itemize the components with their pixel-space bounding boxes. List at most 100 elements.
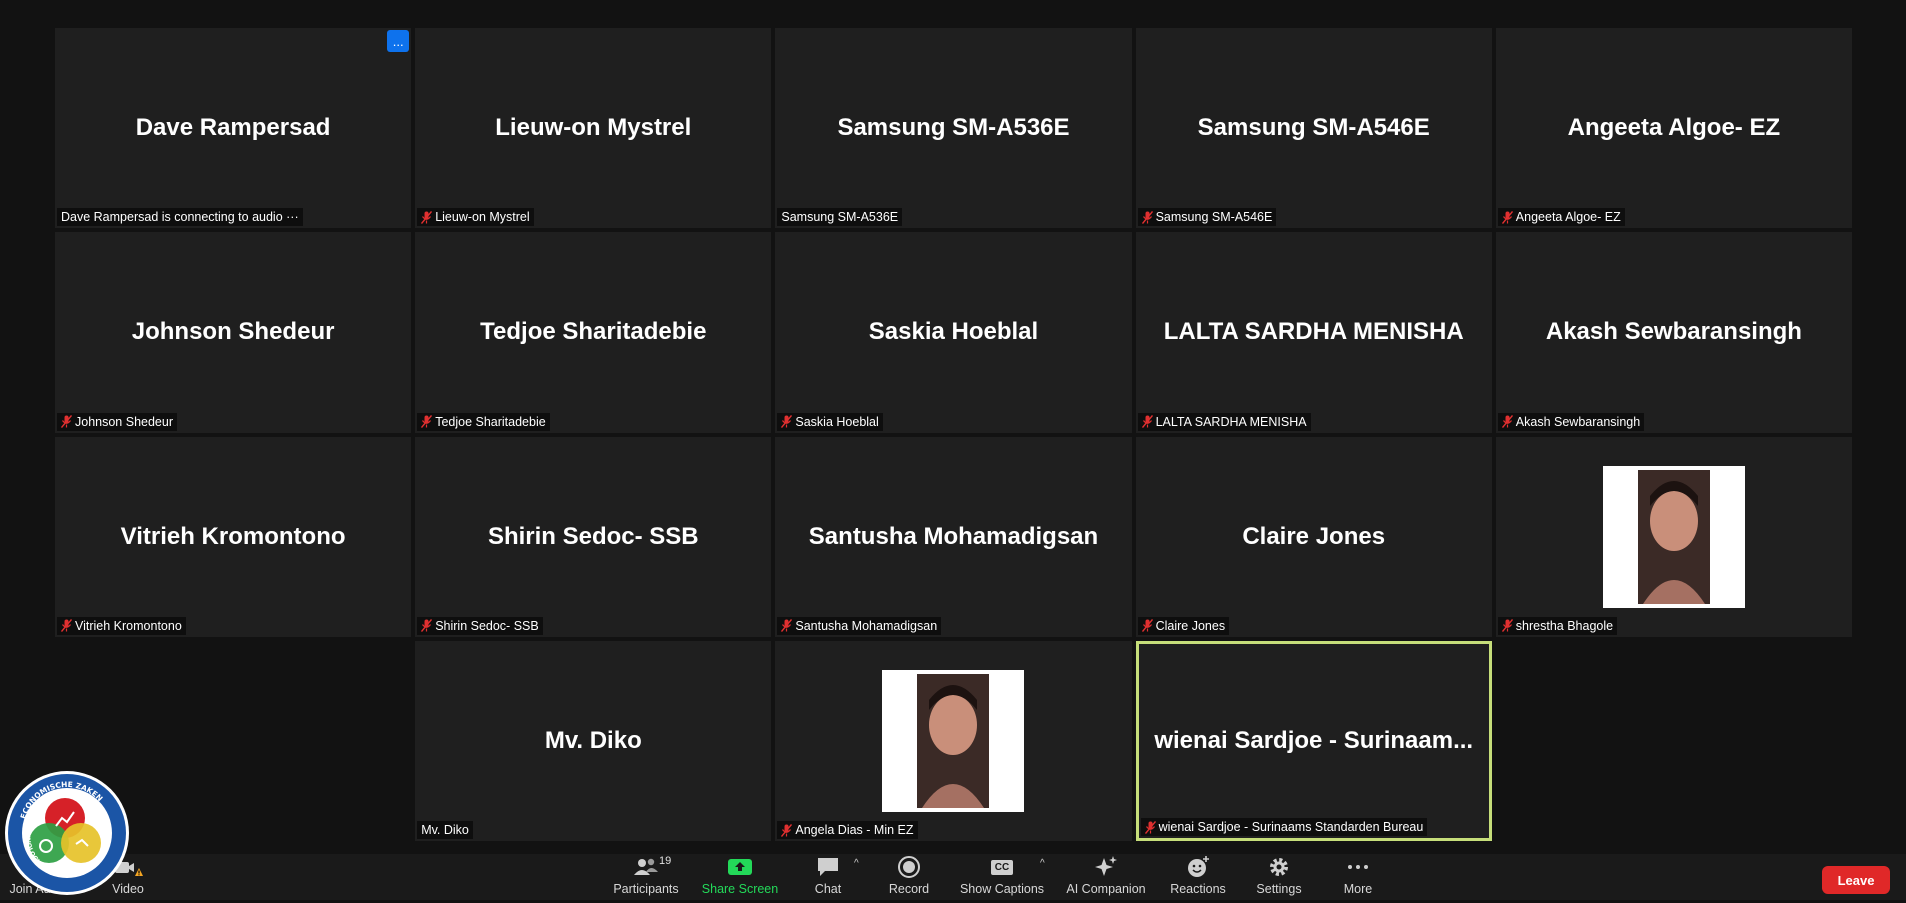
- empty-tile: [1496, 641, 1852, 841]
- tile-options-button[interactable]: ...: [387, 30, 410, 52]
- participant-label-text: Santusha Mohamadigsan: [795, 618, 938, 633]
- ai-companion-button[interactable]: AI Companion: [1064, 854, 1148, 900]
- participant-name-label: Angeeta Algoe- EZ: [1497, 208, 1625, 227]
- participant-tile[interactable]: Samsung SM-A546E Samsung SM-A546E: [1135, 28, 1492, 229]
- chat-label: Chat: [814, 882, 842, 896]
- participants-label: Participants: [613, 882, 679, 896]
- record-button[interactable]: Record: [888, 854, 930, 900]
- participant-tile[interactable]: Tedjoe Sharitadebie Tedjoe Sharitadebie: [415, 232, 772, 433]
- participant-tile[interactable]: Vitrieh Kromontono Vitrieh Kromontono: [55, 436, 412, 637]
- muted-microphone-icon: [1141, 415, 1153, 428]
- captions-cc-icon: CC: [958, 854, 1046, 880]
- participant-display-name: Shirin Sedoc- SSB: [487, 522, 699, 550]
- participant-name-label: Mv. Diko: [417, 821, 473, 839]
- leave-button[interactable]: Leave: [1822, 866, 1890, 894]
- muted-microphone-icon: [1144, 820, 1156, 834]
- chat-icon: [808, 854, 848, 880]
- participant-display-name: Samsung SM-A536E: [837, 114, 1070, 142]
- participant-name-label: Akash Sewbaransingh: [1497, 412, 1645, 431]
- participant-label-text: Lieuw-on Mystrel: [435, 210, 530, 225]
- participant-tile[interactable]: Akash Sewbaransingh Akash Sewbaransingh: [1495, 232, 1852, 433]
- muted-microphone-icon: [421, 415, 433, 428]
- record-label: Record: [888, 882, 930, 896]
- participant-display-name: Lieuw-on Mystrel: [495, 114, 692, 142]
- share-screen-icon: [697, 854, 783, 880]
- participant-display-name: Tedjoe Sharitadebie: [480, 318, 707, 346]
- reactions-button[interactable]: Reactions: [1168, 854, 1228, 900]
- participant-label-text: Vitrieh Kromontono: [75, 618, 182, 633]
- gear-icon: [1254, 854, 1304, 880]
- participants-button[interactable]: 19 Participants: [606, 854, 686, 900]
- participant-label-text: Samsung SM-A536E: [781, 210, 899, 225]
- participant-tile[interactable]: Santusha Mohamadigsan Santusha Mohamadigs…: [775, 436, 1132, 637]
- muted-microphone-icon: [1501, 415, 1513, 428]
- participant-label-text: Shirin Sedoc- SSB: [435, 618, 539, 633]
- participants-count: 19: [659, 855, 672, 867]
- participant-tile[interactable]: Samsung SM-A536E Samsung SM-A536E: [775, 28, 1132, 229]
- participant-tile[interactable]: Saskia Hoeblal Saskia Hoeblal: [775, 232, 1132, 433]
- participant-label-text: Angela Dias - Min EZ: [795, 823, 914, 837]
- chat-button[interactable]: Chat: [808, 854, 848, 900]
- video-gallery-grid: Dave Rampersad Dave Rampersad is connecti…: [55, 28, 1852, 841]
- participant-tile[interactable]: Mv. Diko Mv. Diko: [415, 640, 772, 841]
- participant-display-name: Johnson Shedeur: [131, 318, 335, 346]
- participant-name-label: shrestha Bhagole: [1497, 616, 1618, 635]
- participant-name-label: Santusha Mohamadigsan: [777, 616, 942, 635]
- more-button[interactable]: More: [1338, 854, 1378, 900]
- show-captions-button[interactable]: CC Show Captions: [958, 854, 1046, 900]
- participant-display-name: Akash Sewbaransingh: [1545, 318, 1802, 346]
- participant-name-label: Dave Rampersad is connecting to audio ··…: [57, 208, 303, 227]
- participant-label-text: wienai Sardjoe - Surinaams Standarden Bu…: [1158, 820, 1424, 834]
- participant-tile[interactable]: Lieuw-on Mystrel Lieuw-on Mystrel: [415, 28, 772, 229]
- participant-tile[interactable]: Dave Rampersad Dave Rampersad is connecti…: [55, 28, 412, 229]
- participant-name-label: Samsung SM-A536E: [777, 208, 903, 227]
- participant-name-label: Samsung SM-A546E: [1137, 208, 1277, 227]
- portrait-photo: [1602, 465, 1745, 608]
- participant-name-label: Tedjoe Sharitadebie: [417, 412, 550, 431]
- participant-label-text: Dave Rampersad is connecting to audio ··…: [61, 210, 299, 225]
- participant-name-label: Saskia Hoeblal: [777, 412, 883, 431]
- participant-tile[interactable]: Claire Jones Claire Jones: [1135, 436, 1492, 637]
- participant-display-name: Claire Jones: [1242, 522, 1386, 550]
- participant-name-label: LALTA SARDHA MENISHA: [1137, 412, 1311, 431]
- share-screen-button[interactable]: Share Screen: [697, 854, 783, 900]
- muted-microphone-icon: [781, 415, 793, 428]
- cc-glyph: CC: [990, 859, 1014, 875]
- participant-tile[interactable]: LALTA SARDHA MENISHA LALTA SARDHA MENISHA: [1135, 232, 1492, 433]
- participant-label-text: Akash Sewbaransingh: [1515, 414, 1641, 429]
- record-icon: [888, 854, 930, 880]
- settings-label: Settings: [1256, 882, 1302, 896]
- participant-label-text: Claire Jones: [1155, 618, 1226, 633]
- participant-name-label: Johnson Shedeur: [57, 412, 177, 431]
- participant-tile[interactable]: wienai Sardjoe - Surinaam... wienai Sardj…: [1135, 640, 1492, 841]
- participant-tile[interactable]: Shirin Sedoc- SSB Shirin Sedoc- SSB: [415, 436, 772, 637]
- chat-caret-icon[interactable]: ^: [854, 858, 859, 869]
- participant-display-name: Vitrieh Kromontono: [120, 522, 346, 550]
- participant-display-name: Dave Rampersad: [135, 114, 331, 142]
- reactions-label: Reactions: [1170, 882, 1226, 896]
- participant-label-text: LALTA SARDHA MENISHA: [1155, 414, 1307, 429]
- show-captions-label: Show Captions: [959, 882, 1045, 896]
- muted-microphone-icon: [781, 823, 793, 837]
- participant-label-text: Saskia Hoeblal: [795, 414, 879, 429]
- muted-microphone-icon: [1141, 619, 1153, 633]
- muted-microphone-icon: [1501, 210, 1513, 224]
- participant-tile[interactable]: Angela Dias - Min EZ: [775, 640, 1132, 841]
- muted-microphone-icon: [1141, 210, 1153, 224]
- participant-tile[interactable]: Angeeta Algoe- EZ Angeeta Algoe- EZ: [1495, 28, 1852, 229]
- participant-display-name: Angeeta Algoe- EZ: [1567, 114, 1781, 142]
- muted-microphone-icon: [421, 619, 433, 633]
- participant-display-name: wienai Sardjoe - Surinaam...: [1154, 726, 1474, 754]
- settings-button[interactable]: Settings: [1254, 854, 1304, 900]
- participant-tile[interactable]: shrestha Bhagole: [1495, 436, 1852, 637]
- meeting-toolbar: Join Au Video 19 Participants Share Scre…: [0, 854, 1906, 900]
- participant-label-text: shrestha Bhagole: [1515, 618, 1614, 633]
- more-label: More: [1343, 882, 1373, 896]
- participant-label-text: Mv. Diko: [421, 823, 469, 837]
- participant-display-name: LALTA SARDHA MENISHA: [1163, 318, 1464, 346]
- muted-microphone-icon: [61, 619, 72, 633]
- muted-microphone-icon: [61, 415, 72, 428]
- portrait-photo: [882, 669, 1025, 812]
- participant-tile[interactable]: Johnson Shedeur Johnson Shedeur: [55, 232, 412, 433]
- captions-caret-icon[interactable]: ^: [1040, 858, 1045, 869]
